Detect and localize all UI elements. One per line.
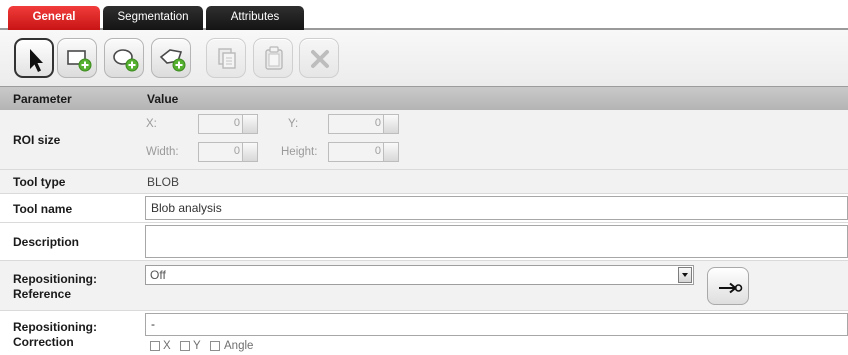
add-polygon-icon bbox=[159, 49, 186, 72]
description-input[interactable] bbox=[145, 225, 848, 258]
repositioning-correction-input[interactable]: - bbox=[145, 313, 848, 336]
chevron-down-icon[interactable] bbox=[678, 267, 692, 283]
tool-type-label: Tool type bbox=[13, 175, 66, 189]
roi-size-row: ROI size X: 0 Y: 0 Width: 0 Height: 0 bbox=[0, 110, 848, 170]
tool-name-label: Tool name bbox=[13, 202, 73, 216]
tool-properties-panel: General Segmentation Attributes Paramete… bbox=[0, 0, 848, 355]
select-pointer-icon bbox=[30, 49, 43, 72]
tool-type-value: BLOB bbox=[147, 175, 180, 189]
roi-width-label: Width: bbox=[146, 146, 179, 158]
repositioning-reference-row: Repositioning: Reference Off bbox=[0, 261, 848, 311]
roi-x-value: 0 bbox=[233, 117, 240, 129]
paste-icon bbox=[265, 46, 283, 70]
paste-button[interactable] bbox=[253, 38, 293, 78]
roi-y-label: Y: bbox=[288, 118, 299, 130]
tab-bar: General Segmentation Attributes bbox=[0, 0, 848, 30]
go-to-reference-button[interactable] bbox=[707, 267, 749, 305]
spinner-arrows-icon[interactable] bbox=[242, 115, 257, 133]
roi-x-label: X: bbox=[146, 118, 157, 130]
repositioning-correction-row: Repositioning: Correction - X Y Angle bbox=[0, 311, 848, 355]
repositioning-correction-label-line2: Correction bbox=[13, 335, 74, 349]
delete-icon bbox=[311, 50, 329, 68]
tool-name-input[interactable]: Blob analysis bbox=[145, 196, 848, 220]
tool-name-row: Tool name Blob analysis bbox=[0, 194, 848, 223]
roi-size-label: ROI size bbox=[13, 133, 61, 147]
repositioning-reference-value: Off bbox=[150, 268, 166, 282]
roi-height-spinner[interactable]: 0 bbox=[328, 142, 399, 162]
spinner-arrows-icon[interactable] bbox=[383, 115, 398, 133]
correction-x-label: X bbox=[163, 340, 171, 352]
description-label: Description bbox=[13, 235, 80, 249]
repositioning-correction-label-line1: Repositioning: bbox=[13, 320, 97, 334]
spinner-arrows-icon[interactable] bbox=[242, 143, 257, 161]
copy-button[interactable] bbox=[206, 38, 246, 78]
spinner-arrows-icon[interactable] bbox=[383, 143, 398, 161]
roi-width-spinner[interactable]: 0 bbox=[198, 142, 258, 162]
correction-angle-checkbox[interactable] bbox=[210, 341, 220, 351]
roi-x-spinner[interactable]: 0 bbox=[198, 114, 258, 134]
add-ellipse-icon bbox=[113, 49, 139, 72]
parameter-column-header: Parameter bbox=[13, 92, 72, 106]
delete-button[interactable] bbox=[299, 38, 339, 78]
correction-y-label: Y bbox=[193, 340, 201, 352]
roi-height-value: 0 bbox=[374, 145, 381, 157]
roi-width-value: 0 bbox=[233, 145, 240, 157]
value-column-header: Value bbox=[147, 92, 179, 106]
correction-y-checkbox[interactable] bbox=[180, 341, 190, 351]
repositioning-reference-label-line1: Repositioning: bbox=[13, 272, 97, 286]
roi-height-label: Height: bbox=[281, 146, 318, 158]
roi-y-value: 0 bbox=[374, 117, 381, 129]
arrow-to-target-icon bbox=[719, 282, 743, 294]
description-row: Description bbox=[0, 223, 848, 261]
correction-x-checkbox[interactable] bbox=[150, 341, 160, 351]
add-rectangle-icon bbox=[67, 50, 92, 72]
select-tool-button[interactable] bbox=[14, 38, 54, 78]
tool-type-row: Tool type BLOB bbox=[0, 170, 848, 194]
add-rectangle-button[interactable] bbox=[57, 38, 97, 78]
tab-segmentation[interactable]: Segmentation bbox=[103, 6, 203, 30]
tab-general[interactable]: General bbox=[8, 6, 100, 30]
roi-toolbar bbox=[0, 30, 848, 86]
tab-attributes[interactable]: Attributes bbox=[206, 6, 304, 30]
add-polygon-button[interactable] bbox=[151, 38, 191, 78]
repositioning-reference-label-line2: Reference bbox=[13, 287, 72, 301]
properties-table-header: Parameter Value bbox=[0, 86, 848, 110]
copy-icon bbox=[218, 48, 236, 69]
add-ellipse-button[interactable] bbox=[104, 38, 144, 78]
repositioning-reference-select[interactable]: Off bbox=[145, 265, 694, 285]
correction-angle-label: Angle bbox=[224, 340, 254, 352]
roi-y-spinner[interactable]: 0 bbox=[328, 114, 399, 134]
